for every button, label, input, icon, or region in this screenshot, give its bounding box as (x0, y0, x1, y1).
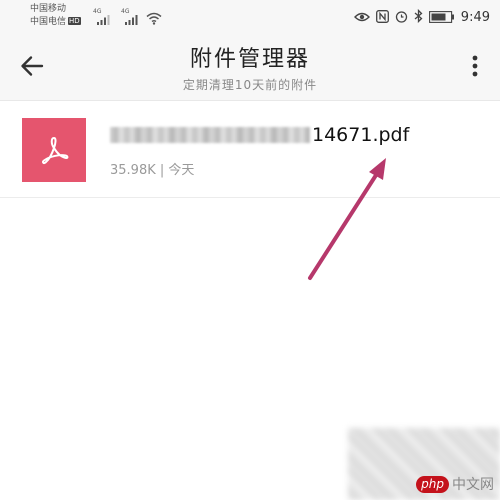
carrier-1-label: 中国移动 (30, 4, 67, 14)
file-date: 今天 (168, 163, 195, 178)
signal-icon: 4G (93, 8, 110, 30)
pdf-icon (22, 118, 86, 182)
bluetooth-icon (414, 8, 423, 27)
status-bar: 中国移动 中国电信 HD 4G 4G 9:49 (0, 0, 500, 34)
meta-separator: | (159, 163, 165, 178)
file-meta: 35.98K | 今天 (110, 159, 194, 178)
watermark-php-badge: php (416, 475, 449, 493)
signal-icon-2: 4G (121, 8, 140, 30)
battery-icon (428, 8, 455, 27)
file-name: 14671.pdf (110, 124, 409, 146)
page-subtitle: 定期清理10天前的附件 (182, 78, 318, 92)
carrier-1: 中国移动 (30, 4, 66, 14)
title-bar: 附件管理器 定期清理10天前的附件 (0, 34, 500, 101)
file-size: 35.98K (110, 163, 156, 178)
watermark-logo: php 中文网 (416, 474, 494, 494)
alarm-icon (395, 8, 408, 27)
clock: 9:49 (460, 9, 490, 25)
carrier-2-label: 中国电信 (30, 17, 67, 27)
network-type-1: 4G (93, 8, 102, 15)
file-name-suffix: 14671.pdf (312, 124, 410, 146)
more-options-button[interactable] (468, 52, 482, 80)
wifi-icon (146, 10, 162, 29)
file-list-item[interactable]: 14671.pdf 35.98K | 今天 (0, 101, 500, 198)
nfc-icon (375, 8, 389, 27)
status-icons: 9:49 (353, 8, 490, 27)
carrier-2: 中国电信 HD (30, 17, 81, 27)
page-title: 附件管理器 (189, 47, 310, 72)
network-type-2: 4G (121, 8, 130, 15)
watermark-site-text: 中文网 (452, 477, 494, 493)
hd-badge: HD (68, 17, 81, 25)
eye-icon (353, 8, 370, 27)
redacted-filename-prefix (110, 127, 310, 143)
more-vertical-icon (472, 55, 478, 77)
